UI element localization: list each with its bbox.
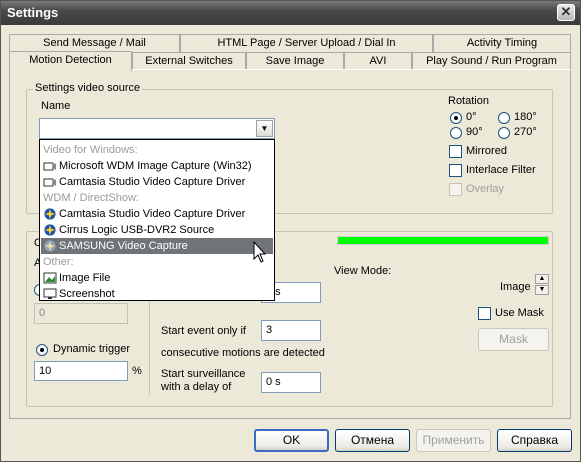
consecutive-label: consecutive motions are detected <box>161 347 325 359</box>
chevron-down-icon[interactable]: ▼ <box>256 120 273 137</box>
dropdown-header-other: Other: <box>41 254 273 270</box>
tab-label: Save Image <box>265 55 325 67</box>
dropdown-item-label: SAMSUNG Video Capture <box>59 240 188 252</box>
dynamic-trigger-radio[interactable] <box>36 344 48 356</box>
dropdown-item[interactable]: Microsoft WDM Image Capture (Win32) <box>41 158 273 174</box>
tab-avi[interactable]: AVI <box>344 52 412 70</box>
dropdown-item-selected[interactable]: SAMSUNG Video Capture <box>41 238 273 254</box>
tab-label: HTML Page / Server Upload / Dial In <box>217 37 396 49</box>
settings-window: Settings ✕ Send Message / Mail HTML Page… <box>0 0 581 462</box>
rotation-90-radio[interactable] <box>450 127 462 139</box>
tab-label: Motion Detection <box>29 54 112 66</box>
dropdown-header-text: Other: <box>43 256 74 268</box>
camera-icon <box>43 178 56 187</box>
percent-label: % <box>132 365 142 377</box>
dropdown-item[interactable]: Screenshot <box>41 286 273 302</box>
view-mode-up-icon[interactable]: ▲ <box>535 274 549 284</box>
directshow-icon <box>44 240 56 252</box>
view-mode-down-icon[interactable]: ▼ <box>535 285 549 295</box>
overlay-checkbox[interactable] <box>449 183 462 196</box>
screenshot-icon <box>43 288 57 299</box>
dropdown-header-wdm: WDM / DirectShow: <box>41 190 273 206</box>
dynamic-trigger-field[interactable]: 10 <box>34 361 128 381</box>
use-mask-label: Use Mask <box>495 307 544 319</box>
cancel-button[interactable]: Отмена <box>335 429 410 452</box>
mirrored-checkbox[interactable] <box>449 145 462 158</box>
window-title: Settings <box>7 5 59 20</box>
image-file-icon <box>43 272 57 284</box>
start-event-label: Start event only if <box>161 325 246 337</box>
dropdown-item[interactable]: Image File <box>41 270 273 286</box>
dropdown-item[interactable]: Camtasia Studio Video Capture Driver <box>41 174 273 190</box>
tab-external-switches[interactable]: External Switches <box>132 52 246 70</box>
camera-icon <box>43 162 56 171</box>
name-label: Name <box>41 100 71 112</box>
dropdown-item-label: Camtasia Studio Video Capture Driver <box>59 176 246 188</box>
apply-button[interactable]: Применить <box>416 429 491 452</box>
tab-label: Play Sound / Run Program <box>426 55 557 67</box>
dropdown-item-label: Camtasia Studio Video Capture Driver <box>59 208 246 220</box>
tab-activity-timing[interactable]: Activity Timing <box>433 34 571 52</box>
dynamic-trigger-label: Dynamic trigger <box>53 343 131 355</box>
video-source-dropdown-list: Video for Windows: Microsoft WDM Image C… <box>39 139 275 301</box>
surveillance-label-line2: with a delay of <box>161 381 232 393</box>
view-mode-value: Image <box>500 281 531 293</box>
tab-send-message[interactable]: Send Message / Mail <box>9 34 180 52</box>
video-source-group-label: Settings video source <box>33 82 143 94</box>
rotation-270-label: 270° <box>514 126 537 138</box>
motion-level-fill <box>338 237 548 244</box>
close-button[interactable]: ✕ <box>557 4 575 21</box>
dropdown-header-text: WDM / DirectShow: <box>43 192 139 204</box>
tab-label: Activity Timing <box>466 37 538 49</box>
dropdown-item-label: Cirrus Logic USB-DVR2 Source <box>59 224 215 236</box>
tab-label: External Switches <box>145 55 233 67</box>
rotation-180-radio[interactable] <box>498 112 510 124</box>
mirrored-label: Mirrored <box>466 145 507 157</box>
surveillance-delay-field[interactable]: 0 s <box>261 372 321 393</box>
surveillance-label-line1: Start surveillance <box>161 368 246 380</box>
directshow-icon <box>44 208 56 220</box>
start-event-field[interactable]: 3 <box>261 320 321 341</box>
dropdown-item-label: Image File <box>59 272 111 284</box>
dropdown-item[interactable]: Camtasia Studio Video Capture Driver <box>41 206 273 222</box>
tab-html-page[interactable]: HTML Page / Server Upload / Dial In <box>180 34 433 52</box>
tab-motion-detection[interactable]: Motion Detection <box>9 51 132 71</box>
rotation-270-radio[interactable] <box>498 127 510 139</box>
overlay-label: Overlay <box>466 183 504 195</box>
dropdown-item[interactable]: Cirrus Logic USB-DVR2 Source <box>41 222 273 238</box>
dropdown-header-text: Video for Windows: <box>43 144 138 156</box>
rotation-0-label: 0° <box>466 111 477 123</box>
dropdown-header-vfw: Video for Windows: <box>41 142 273 158</box>
rotation-90-label: 90° <box>466 126 483 138</box>
view-mode-label: View Mode: <box>334 265 392 277</box>
use-mask-checkbox[interactable] <box>478 307 491 320</box>
video-source-select[interactable]: ▼ <box>39 118 275 139</box>
rotation-0-radio[interactable] <box>450 112 462 124</box>
interlace-filter-label: Interlace Filter <box>466 164 536 176</box>
interlace-filter-checkbox[interactable] <box>449 164 462 177</box>
dropdown-item-label: Screenshot <box>59 288 115 300</box>
tab-label: Send Message / Mail <box>43 37 146 49</box>
rotation-180-label: 180° <box>514 111 537 123</box>
dropdown-item-label: Microsoft WDM Image Capture (Win32) <box>59 160 252 172</box>
mask-button[interactable]: Mask <box>478 328 549 351</box>
tab-label: AVI <box>369 55 387 67</box>
tab-play-sound[interactable]: Play Sound / Run Program <box>412 52 571 70</box>
ok-button[interactable]: OK <box>254 429 329 452</box>
motion-level-bar <box>337 236 549 245</box>
mouse-cursor-icon <box>253 241 267 263</box>
rotation-label: Rotation <box>448 95 489 107</box>
help-button[interactable]: Справка <box>497 429 572 452</box>
title-bar[interactable]: Settings ✕ <box>1 1 580 25</box>
tab-save-image[interactable]: Save Image <box>246 52 344 70</box>
directshow-icon <box>44 224 56 236</box>
disabled-field[interactable]: 0 <box>34 303 128 324</box>
